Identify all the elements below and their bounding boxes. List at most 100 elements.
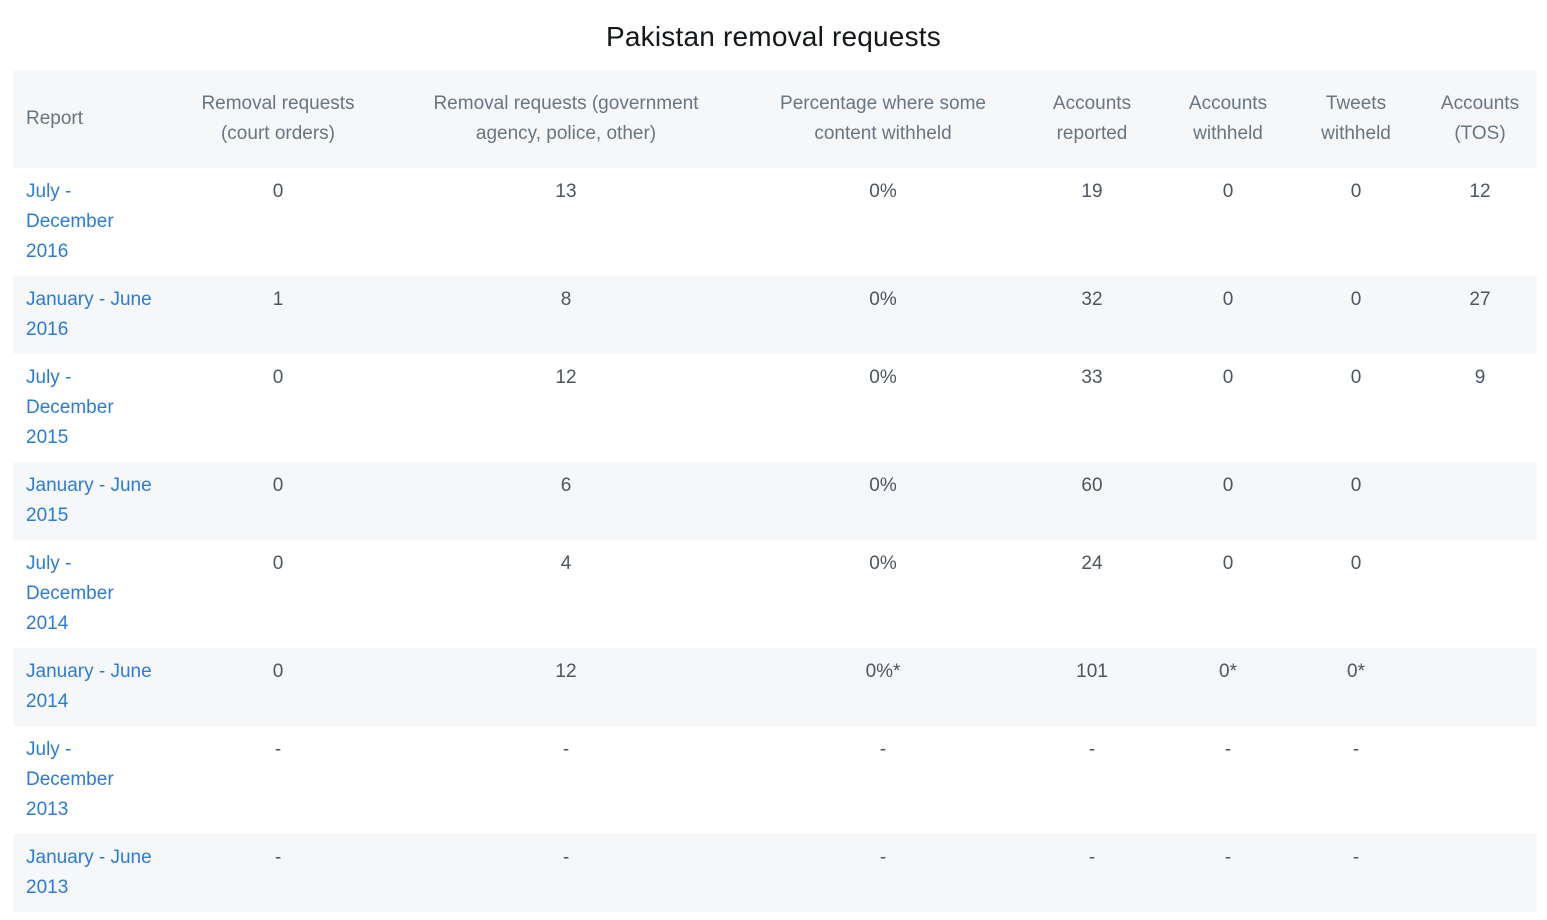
cell-accounts-reported: 24 (1081, 553, 1103, 574)
cell-tweets-withheld: - (1289, 834, 1423, 912)
cell-pct-withheld: 0%* (749, 648, 1017, 726)
cell-accounts-reported: - (1017, 834, 1167, 912)
cell-tweets-withheld: 0 (1350, 367, 1362, 388)
cell-accounts-tos (1423, 834, 1537, 912)
cell-accounts-tos (1423, 726, 1537, 834)
table-row: July - December 2015 0 12 0% 33 0 0 9 (13, 354, 1537, 462)
header-line: Accounts (1440, 93, 1520, 114)
table-row: January - June 2013- - - - - - (13, 834, 1537, 912)
cell-accounts-reported: 19 (1081, 181, 1103, 202)
cell-gov-requests: 13 (555, 181, 577, 202)
cell-pct-withheld: 0% (869, 181, 897, 202)
cell-tweets-withheld: 0 (1350, 553, 1362, 574)
table-header-row: Report Removal requests (court orders) Remo… (13, 70, 1537, 168)
cell-accounts-reported: - (1088, 739, 1096, 760)
report-period-link[interactable]: July - December 2016 (26, 181, 114, 262)
header-line: withheld (1193, 123, 1263, 144)
report-period-line: 2013 (26, 877, 69, 898)
cell-accounts-tos (1423, 540, 1537, 648)
cell-tweets-withheld: 0 (1350, 181, 1362, 202)
cell-accounts-reported: 101 (1017, 648, 1167, 726)
report-period-link[interactable]: July - December 2014 (26, 553, 114, 634)
report-period-line: January - June (26, 475, 152, 496)
removal-requests-table: Report Removal requests (court orders) Remo… (13, 70, 1537, 912)
table-row: July - December 2013 - - - - - - (13, 726, 1537, 834)
header-line: (TOS) (1454, 123, 1506, 144)
report-period-link[interactable]: January - June 2016 (26, 289, 152, 340)
cell-pct-withheld: 0% (869, 553, 897, 574)
cell-tweets-withheld: 0 (1289, 462, 1423, 540)
report-period-line: December (26, 583, 114, 604)
col-header-court-orders: Removal requests (court orders) (173, 70, 383, 168)
report-period-line: 2015 (26, 505, 69, 526)
col-header-pct-withheld: Percentage where some content withheld (749, 70, 1017, 168)
cell-accounts-tos (1423, 648, 1537, 726)
report-period-line: 2016 (26, 319, 69, 340)
cell-accounts-withheld: 0* (1167, 648, 1289, 726)
report-period-line: January - June (26, 289, 152, 310)
col-header-accounts-tos: Accounts (TOS) (1423, 70, 1537, 168)
cell-report: July - December 2013 (13, 726, 173, 834)
col-header-report: Report (13, 70, 173, 168)
table-row: July - December 2014 0 4 0% 24 0 0 (13, 540, 1537, 648)
cell-court-orders: - (173, 834, 383, 912)
table-row: January - June 2016 1 8 0% 32 0 0 27 (13, 276, 1537, 354)
col-header-gov-requests: Removal requests (government agency, poli… (383, 70, 749, 168)
header-line: agency, police, other) (475, 123, 657, 144)
cell-court-orders: 0 (173, 648, 383, 726)
cell-report: July - December 2015 (13, 354, 173, 462)
report-period-line: 2014 (26, 613, 69, 634)
cell-report: January - June 2016 (13, 276, 173, 354)
cell-pct-withheld: 0% (869, 367, 897, 388)
cell-accounts-withheld: 0 (1167, 462, 1289, 540)
col-header-accounts-withheld: Accounts withheld (1167, 70, 1289, 168)
report-period-line: January - June (26, 661, 152, 682)
report-period-link[interactable]: July - December 2013 (26, 739, 114, 820)
header-line: Tweets (1325, 93, 1387, 114)
cell-court-orders: 0 (272, 181, 284, 202)
report-period-line: December (26, 211, 114, 232)
header-line: Report (26, 108, 84, 129)
report-period-link[interactable]: January - June 2013 (26, 847, 152, 898)
cell-report: January - June 2014 (13, 648, 173, 726)
cell-accounts-tos: 9 (1474, 367, 1486, 388)
cell-gov-requests: - (383, 834, 749, 912)
report-period-line: January - June (26, 847, 152, 868)
report-period-line: 2014 (26, 691, 69, 712)
header-line: content withheld (814, 123, 952, 144)
cell-accounts-withheld: 0 (1222, 181, 1234, 202)
cell-gov-requests: - (562, 739, 570, 760)
report-period-link[interactable]: July - December 2015 (26, 367, 114, 448)
cell-accounts-reported: 32 (1017, 276, 1167, 354)
header-line: (court orders) (220, 123, 336, 144)
col-header-tweets-withheld: Tweets withheld (1289, 70, 1423, 168)
cell-gov-requests: 8 (383, 276, 749, 354)
cell-accounts-withheld: - (1167, 834, 1289, 912)
cell-report: July - December 2016 (13, 168, 173, 276)
cell-report: July - December 2014 (13, 540, 173, 648)
cell-tweets-withheld: - (1352, 739, 1360, 760)
cell-tweets-withheld: 0* (1289, 648, 1423, 726)
report-period-link[interactable]: January - June 2015 (26, 475, 152, 526)
header-line: Removal requests (201, 93, 355, 114)
cell-accounts-reported: 33 (1081, 367, 1103, 388)
report-period-line: December (26, 397, 114, 418)
cell-gov-requests: 12 (555, 367, 577, 388)
cell-court-orders: 0 (173, 462, 383, 540)
table-row: January - June 2014 0 12 0%* 101 0* 0* (13, 648, 1537, 726)
cell-pct-withheld: 0% (749, 276, 1017, 354)
cell-report: January - June 2013 (13, 834, 173, 912)
cell-accounts-tos: 12 (1469, 181, 1491, 202)
cell-gov-requests: 4 (560, 553, 572, 574)
report-period-link[interactable]: January - June 2014 (26, 661, 152, 712)
report-period-line: December (26, 769, 114, 790)
cell-tweets-withheld: 0 (1289, 276, 1423, 354)
header-line: Accounts (1052, 93, 1132, 114)
table-body: July - December 2016 0 13 0% 19 0 0 12 January - J… (13, 168, 1537, 912)
cell-court-orders: 0 (272, 553, 284, 574)
cell-accounts-tos: 27 (1423, 276, 1537, 354)
header-line: reported (1056, 123, 1128, 144)
header-line: Percentage where some (780, 93, 986, 114)
report-period-line: 2013 (26, 799, 69, 820)
cell-accounts-reported: 60 (1017, 462, 1167, 540)
